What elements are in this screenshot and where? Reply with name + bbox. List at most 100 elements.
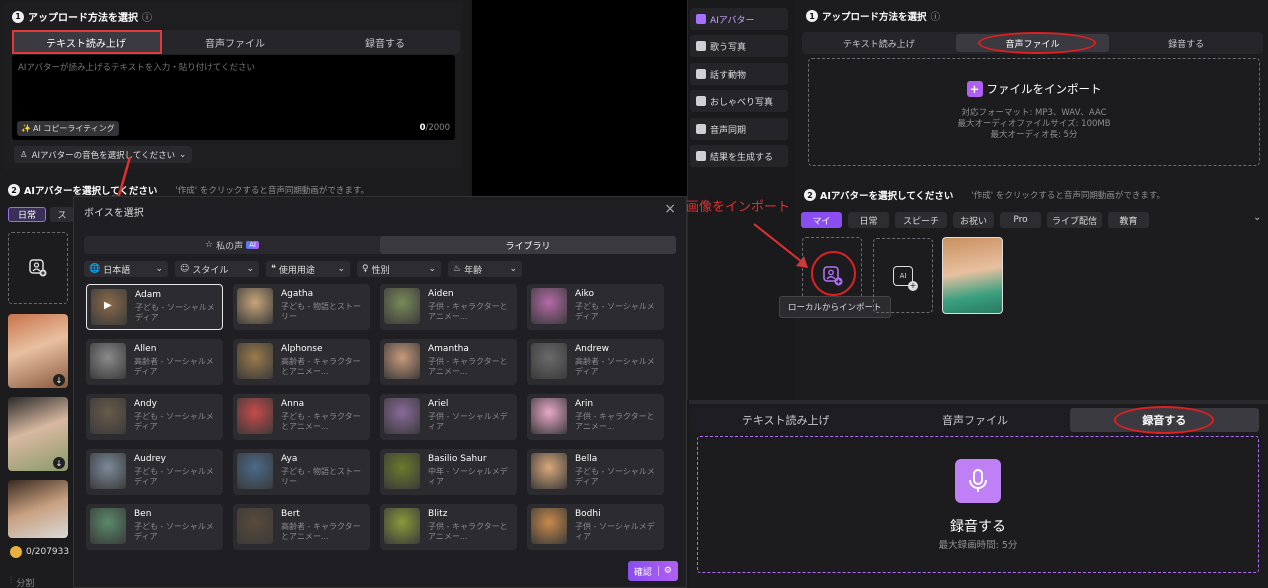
tab-library[interactable]: ライブラリ [380,236,676,254]
avatar-thumbnail-3[interactable] [8,480,68,538]
voice-card-aya[interactable]: Aya 子ども - 物語とストーリー [233,449,370,495]
voice-card-basilio-sahur[interactable]: Basilio Sahur 中年 - ソーシャルメディア [380,449,517,495]
step-number-badge: 1 [806,10,818,22]
category-tab-speech[interactable]: ス [50,207,74,222]
filter-style[interactable]: ☺ スタイル ⌄ [175,261,259,277]
voice-card-audrey[interactable]: Audrey 子ども - ソーシャルメディア [86,449,223,495]
voice-description: 子供 - キャラクターとアニメー... [428,357,508,376]
filter-gender[interactable]: ♀ 性別 ⌄ [357,261,441,277]
char-counter: 0/2000 [419,123,450,133]
voice-name: Andrew [575,344,609,354]
right-step2-header: 2 AIアバターを選択してください '作成' をクリックすると音声同期動画ができ… [804,188,1165,202]
text-input-area[interactable]: AIアバターが読み上げるテキストを入力・貼り付けてください ✨ AI コピーライ… [12,55,455,140]
category-tab-daily[interactable]: 日常 [848,212,889,228]
tab-my-voice[interactable]: ☆ 私の声 AI [84,236,380,254]
category-tab-speech[interactable]: スピーチ [895,212,947,228]
sidebar-item-lip-sync[interactable]: 音声同期 [690,118,788,140]
play-icon[interactable]: ▶ [104,300,112,311]
voice-card-bodhi[interactable]: Bodhi 子供 - ソーシャルメディア [527,504,664,550]
avatar-thumbnail-baby[interactable] [942,237,1003,314]
import-file-button[interactable]: + ファイルをインポート [809,81,1259,97]
sidebar-item-singing-photo[interactable]: 歌う写真 [690,35,788,57]
voice-card-andy[interactable]: Andy 子ども - ソーシャルメディア [86,394,223,440]
category-tab-live[interactable]: ライブ配信 [1047,212,1102,228]
sidebar-item-talking-animal[interactable]: 話す動物 [690,63,788,85]
microphone-icon [969,469,987,492]
voice-card-adam[interactable]: Adam 子ども - ソーシャルメディア ▶ [86,284,223,330]
tab-audio-file[interactable]: 音声ファイル [160,30,310,54]
voice-avatar [90,508,126,544]
split-icon: ⫶ [10,576,13,586]
voice-card-andrew[interactable]: Andrew 高齢者 - ソーシャルメディア [527,339,664,385]
voice-info: Adam 子ども - ソーシャルメディア [135,289,218,325]
voice-card-bella[interactable]: Bella 子ども - ソーシャルメディア [527,449,664,495]
voice-name: Aiden [428,289,454,299]
ai-copywriting-button[interactable]: ✨ AI コピーライティング [17,121,119,136]
voice-card-amantha[interactable]: Amantha 子供 - キャラクターとアニメー... [380,339,517,385]
voice-card-allen[interactable]: Allen 高齢者 - ソーシャルメディア [86,339,223,385]
record-dropzone[interactable]: 録音する 最大録画時間: 5分 [697,436,1259,573]
tab-text-to-speech[interactable]: テキスト読み上げ [802,32,956,54]
voice-name: Basilio Sahur [428,454,487,464]
category-tab-celebration[interactable]: お祝い [953,212,994,228]
sidebar-item-ai-avatar[interactable]: AIアバター [690,8,788,30]
step-number-badge: 2 [8,184,20,196]
voice-avatar [384,453,420,489]
voice-card-bert[interactable]: Bert 高齢者 - キャラクターとアニメー... [233,504,370,550]
voice-description: 子供 - ソーシャルメディア [428,412,508,431]
voice-card-agatha[interactable]: Agatha 子ども - 物語とストーリー [233,284,370,330]
voice-info: Allen 高齢者 - ソーシャルメディア [134,343,219,381]
close-icon[interactable]: × [664,201,676,217]
category-tab-daily[interactable]: 日常 [8,207,46,222]
filter-age[interactable]: ♨ 年齢 ⌄ [448,261,522,277]
smile-icon: ☺ [180,264,190,274]
chevron-down-icon[interactable]: ⌄ [1253,212,1261,223]
voice-description: 子ども - ソーシャルメディア [575,467,655,486]
confirm-button[interactable]: 確認 ⚙ [627,561,678,581]
voice-name: Bella [575,454,598,464]
voice-name: Anna [281,399,305,409]
info-icon[interactable]: ⓘ [142,9,152,24]
annotation-label: 画像をインポート [686,200,791,215]
voice-card-aiko[interactable]: Aiko 子ども - ソーシャルメディア [527,284,664,330]
tab-audio-file[interactable]: 音声ファイル [880,408,1069,432]
voice-info: Alphonse 高齢者 - キャラクターとアニメー... [281,343,366,381]
step2-hint: '作成' をクリックすると音声同期動画ができます。 [175,186,369,196]
highlight-box [12,30,162,54]
sidebar-item-talking-photo[interactable]: おしゃべり写真 [690,90,788,112]
left-step1-header: 1 アップロード方法を選択 ⓘ [12,9,152,24]
split-button[interactable]: ⫶ 分割 [10,576,34,588]
download-icon[interactable]: ↓ [53,374,65,386]
info-icon[interactable]: ⓘ [931,9,941,23]
voice-card-arin[interactable]: Arin 子供 - キャラクターとアニメー... [527,394,664,440]
category-tab-education[interactable]: 教育 [1108,212,1149,228]
voice-card-alphonse[interactable]: Alphonse 高齢者 - キャラクターとアニメー... [233,339,370,385]
voice-card-ariel[interactable]: Ariel 子供 - ソーシャルメディア [380,394,517,440]
voice-info: Aiko 子ども - ソーシャルメディア [575,288,660,326]
sidebar-item-generate-results[interactable]: 結果を生成する [690,145,788,167]
download-icon[interactable]: ↓ [53,457,65,469]
voice-card-blitz[interactable]: Blitz 子供 - キャラクターとアニメー... [380,504,517,550]
filter-usage[interactable]: ❝ 使用用途 ⌄ [266,261,350,277]
voice-card-ben[interactable]: Ben 子ども - ソーシャルメディア [86,504,223,550]
microphone-button[interactable] [955,459,1001,503]
tab-record[interactable]: 録音する [1109,32,1263,54]
tab-text-to-speech[interactable]: テキスト読み上げ [691,408,880,432]
step1-title: アップロード方法を選択 [28,13,138,24]
modal-title: ボイスを選択 [84,208,144,219]
audio-import-dropzone[interactable]: + ファイルをインポート 対応フォーマット: MP3、WAV、AAC 最大オーデ… [808,58,1260,166]
voice-card-anna[interactable]: Anna 子ども - キャラクターとアニメー... [233,394,370,440]
voice-avatar [237,398,273,434]
voice-card-aiden[interactable]: Aiden 子供 - キャラクターとアニメー... [380,284,517,330]
filter-language[interactable]: 🌐 日本語 ⌄ [84,261,168,277]
voice-description: 子供 - キャラクターとアニメー... [428,522,508,541]
voice-info: Aiden 子供 - キャラクターとアニメー... [428,288,513,326]
step-number-badge: 2 [804,189,816,201]
tab-record[interactable]: 録音する [310,30,460,54]
voice-description: 子ども - ソーシャルメディア [134,522,214,541]
ai-generate-avatar-button[interactable]: AI + [873,238,933,313]
category-tab-pro[interactable]: Pro [1000,212,1041,228]
import-avatar-button[interactable] [8,232,68,304]
voice-avatar [531,398,567,434]
music-photo-icon [696,41,706,51]
